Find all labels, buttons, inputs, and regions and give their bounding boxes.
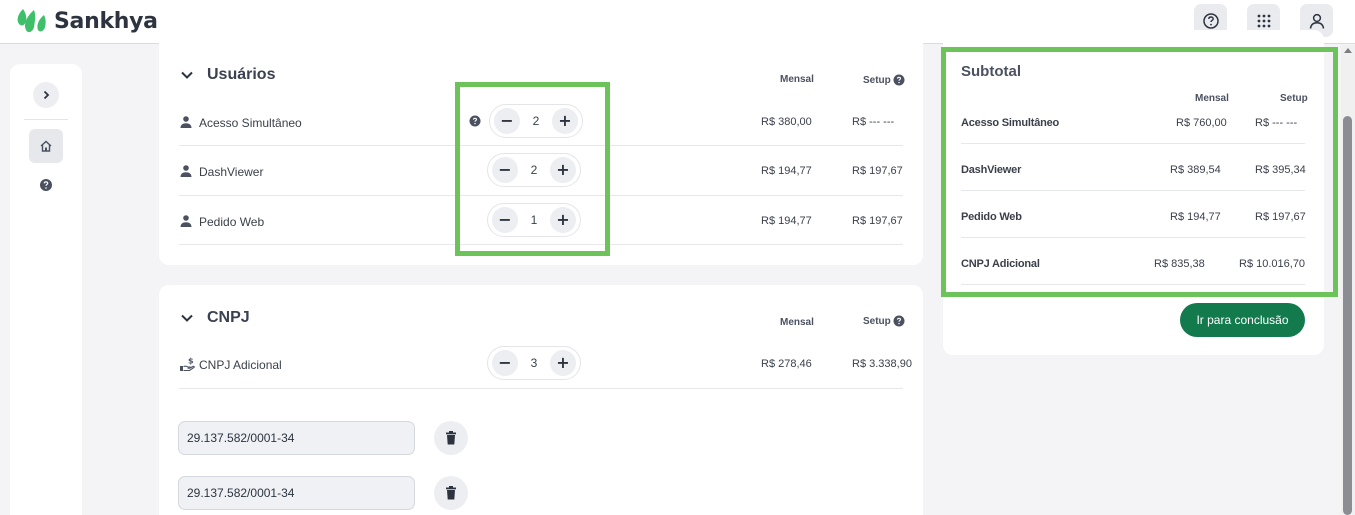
sidebar-item-home[interactable] <box>29 129 63 163</box>
help-icon[interactable] <box>893 315 905 327</box>
table-row: Acesso Simultâneo − 2 + R$ 380,00 R$ ---… <box>179 97 903 146</box>
quantity-stepper: − 1 + <box>487 203 581 237</box>
column-header-mensal: Mensal <box>780 74 814 85</box>
increment-button[interactable]: + <box>552 108 578 134</box>
help-icon[interactable] <box>469 115 481 127</box>
usuarios-section-toggle[interactable]: Usuários <box>179 66 275 84</box>
subtotal-row: Acesso Simultâneo R$ 760,00 R$ --- --- <box>961 97 1305 144</box>
apps-grid-icon <box>1257 14 1270 27</box>
help-icon[interactable] <box>893 74 905 86</box>
subtotal-row: DashViewer R$ 389,54 R$ 395,34 <box>961 144 1306 191</box>
column-header-setup-label: Setup <box>863 74 891 86</box>
price-setup: R$ 197,67 <box>852 165 903 177</box>
subtotal-row-label: Acesso Simultâneo <box>961 117 1060 129</box>
subtotal-setup: R$ 395,34 <box>1255 164 1306 176</box>
person-icon <box>180 215 192 227</box>
cnpj-field[interactable] <box>178 421 415 455</box>
price-setup: R$ --- --- <box>852 116 895 128</box>
column-header-mensal: Mensal <box>780 317 814 328</box>
go-to-conclusion-button[interactable]: Ir para conclusão <box>1180 303 1305 337</box>
sidebar <box>10 64 82 515</box>
sankhya-logo-icon <box>17 9 46 33</box>
logo-text: Sankhya <box>54 8 158 34</box>
chevron-down-icon <box>181 71 193 79</box>
person-icon <box>180 116 192 128</box>
price-setup: R$ 197,67 <box>852 215 903 227</box>
chevron-down-icon <box>181 314 193 322</box>
cnpj-field[interactable] <box>178 476 415 510</box>
delete-cnpj-button[interactable] <box>434 476 468 510</box>
row-label: Pedido Web <box>199 215 265 229</box>
column-header-setup: Setup <box>863 315 905 327</box>
quantity-value: 3 <box>530 356 538 370</box>
subtotal-setup: R$ --- --- <box>1255 117 1298 129</box>
quantity-stepper: − 2 + <box>489 104 583 138</box>
money-hand-icon: $ <box>180 357 195 372</box>
delete-cnpj-button[interactable] <box>434 421 468 455</box>
subtotal-mensal: R$ 760,00 <box>1176 117 1227 129</box>
subtotal-row: CNPJ Adicional R$ 835,38 R$ 10.016,70 <box>961 238 1305 285</box>
section-title: CNPJ <box>207 309 250 326</box>
column-header-setup: Setup <box>863 74 905 86</box>
quantity-value: 1 <box>530 213 538 227</box>
quantity-value: 2 <box>530 163 538 177</box>
subtotal-row-label: CNPJ Adicional <box>961 258 1040 270</box>
cnpj-card: CNPJ Mensal Setup $ CNPJ Adicional − 3 +… <box>159 285 923 515</box>
decrement-button[interactable]: − <box>494 108 520 134</box>
price-mensal: R$ 194,77 <box>761 215 812 227</box>
increment-button[interactable]: + <box>550 350 576 376</box>
decrement-button[interactable]: − <box>492 157 518 183</box>
subtotal-setup: R$ 10.016,70 <box>1239 258 1306 270</box>
subtotal-title: Subtotal <box>961 63 1021 80</box>
row-label: DashViewer <box>199 165 264 179</box>
table-row: Pedido Web − 1 + R$ 194,77 R$ 197,67 <box>179 196 903 245</box>
trash-icon <box>446 486 456 500</box>
quantity-stepper: − 3 + <box>487 346 581 380</box>
decrement-button[interactable]: − <box>492 207 518 233</box>
row-label: Acesso Simultâneo <box>199 116 302 130</box>
usuarios-card: Usuários Mensal Setup Acesso Simultâneo … <box>159 30 923 265</box>
price-setup: R$ 3.338,90 <box>852 358 912 370</box>
chevron-right-icon <box>43 90 50 100</box>
person-icon <box>180 165 192 177</box>
quantity-stepper: − 2 + <box>487 153 581 187</box>
scrollbar-thumb[interactable] <box>1343 116 1352 515</box>
sidebar-item-help[interactable] <box>39 178 53 192</box>
table-row: DashViewer − 2 + R$ 194,77 R$ 197,67 <box>179 147 903 196</box>
subtotal-row-label: DashViewer <box>961 164 1022 176</box>
decrement-button[interactable]: − <box>492 350 518 376</box>
logo[interactable]: Sankhya <box>14 6 158 36</box>
subtotal-card: Subtotal Mensal Setup Acesso Simultâneo … <box>943 30 1324 355</box>
table-row: $ CNPJ Adicional − 3 + R$ 278,46 R$ 3.33… <box>179 340 912 389</box>
subtotal-row-label: Pedido Web <box>961 211 1022 223</box>
user-icon <box>1309 13 1324 29</box>
subtotal-setup: R$ 197,67 <box>1255 211 1306 223</box>
help-icon <box>1202 12 1219 29</box>
quantity-value: 2 <box>532 114 540 128</box>
sidebar-expand-button[interactable] <box>33 82 59 108</box>
increment-button[interactable]: + <box>550 207 576 233</box>
section-title: Usuários <box>207 66 276 83</box>
home-icon <box>40 140 52 152</box>
column-header-setup-label: Setup <box>863 315 891 327</box>
subtotal-mensal: R$ 194,77 <box>1170 211 1221 223</box>
increment-button[interactable]: + <box>550 157 576 183</box>
scroll-up-arrow-icon[interactable] <box>1344 48 1352 53</box>
subtotal-mensal: R$ 835,38 <box>1154 258 1205 270</box>
sidebar-divider <box>24 119 68 120</box>
price-mensal: R$ 194,77 <box>761 165 812 177</box>
cnpj-section-toggle[interactable]: CNPJ <box>179 309 250 327</box>
svg-text:$: $ <box>188 357 194 366</box>
subtotal-row: Pedido Web R$ 194,77 R$ 197,67 <box>961 191 1306 238</box>
price-mensal: R$ 380,00 <box>761 116 812 128</box>
price-mensal: R$ 278,46 <box>761 358 812 370</box>
trash-icon <box>446 431 456 445</box>
row-label: CNPJ Adicional <box>199 358 282 372</box>
subtotal-mensal: R$ 389,54 <box>1170 164 1221 176</box>
